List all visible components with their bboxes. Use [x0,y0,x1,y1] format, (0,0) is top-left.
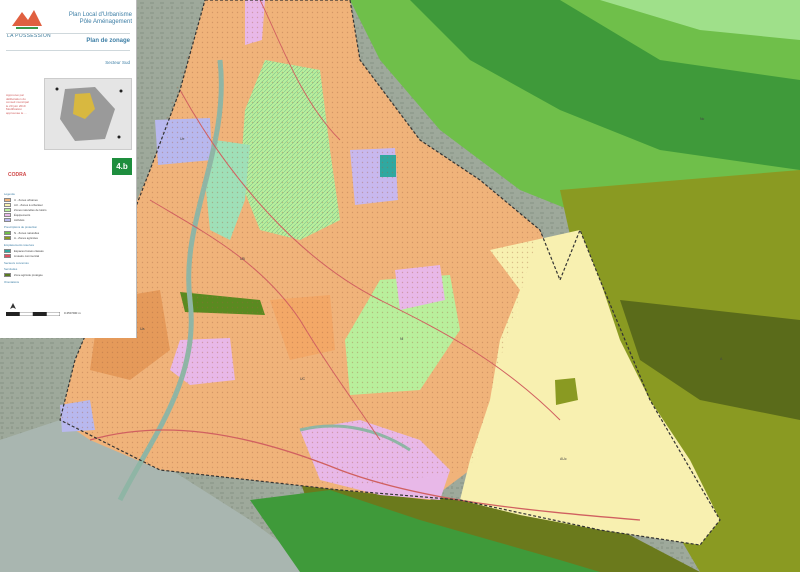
legend-label: A - Zones agricoles [14,235,38,240]
legend-swatch [4,203,11,207]
locator-map [44,78,132,150]
zone-label: UB [240,257,246,261]
title-panel: LA POSSESSION Plan Local d'Urbanisme Pôl… [0,0,137,338]
legend-subheading: Prescriptions de protection [4,225,38,229]
legend-swatch [4,273,11,277]
zone-label: Ue [180,137,185,141]
zone-label: Nl [400,337,404,341]
approval-notes: Approuvé par délibération du conseil mun… [6,93,40,116]
legend-swatch [4,208,11,212]
legend-label: Activités [14,217,25,222]
legend-label: Linéaire commercial [14,253,40,258]
legend-swatch [4,218,11,222]
legend-label: U - Zones urbaines [14,197,38,202]
scale-bar [6,312,60,316]
legend-subheading: Orientations [4,280,20,284]
divider [6,33,130,34]
legend-heading: Légende [4,192,15,196]
legend-label: Zones naturelles de loisirs [14,207,47,212]
legend-swatch [4,236,11,240]
legend-swatch [4,198,11,202]
zone-label: AUc [560,457,567,461]
zone-label: Ua [140,327,145,331]
note-line: approuvée le ... [6,110,27,115]
legend-subheading: Secteurs concernés [4,261,29,265]
legend-label: N - Zones naturelles [14,230,40,235]
legend-label: Espaces boisés classés [14,248,44,253]
legend-label: Zone agricole protégée [14,272,43,277]
consultant-logo: CODRA [8,172,27,178]
legend-swatch [4,213,11,217]
legend-subheading: Servitudes [4,267,18,271]
document-title: Plan Local d'Urbanisme Pôle Aménagement [52,12,132,26]
legend-swatch [4,249,11,253]
zone-label: Nc [700,117,705,121]
legend-swatch [4,231,11,235]
scale-label: 0 250 500 m [64,311,81,315]
title-line-1: Plan Local d'Urbanisme [68,12,132,18]
commune-logo-icon [12,10,42,29]
legend-label: Équipements [14,212,31,217]
title-line-2: Pôle Aménagement [79,19,132,25]
legend-swatch [4,254,11,258]
divider [6,50,130,51]
plan-title: Plan de zonage [86,38,130,44]
legend-label: AU - Zones à urbaniser [14,202,43,207]
sheet-number: 4.b [112,158,132,175]
north-arrow-icon [10,303,16,309]
legend-subheading: Emplacements réservés [4,243,34,247]
sector-label: Secteur Sud [105,60,130,65]
zone-label: UC [300,377,306,381]
